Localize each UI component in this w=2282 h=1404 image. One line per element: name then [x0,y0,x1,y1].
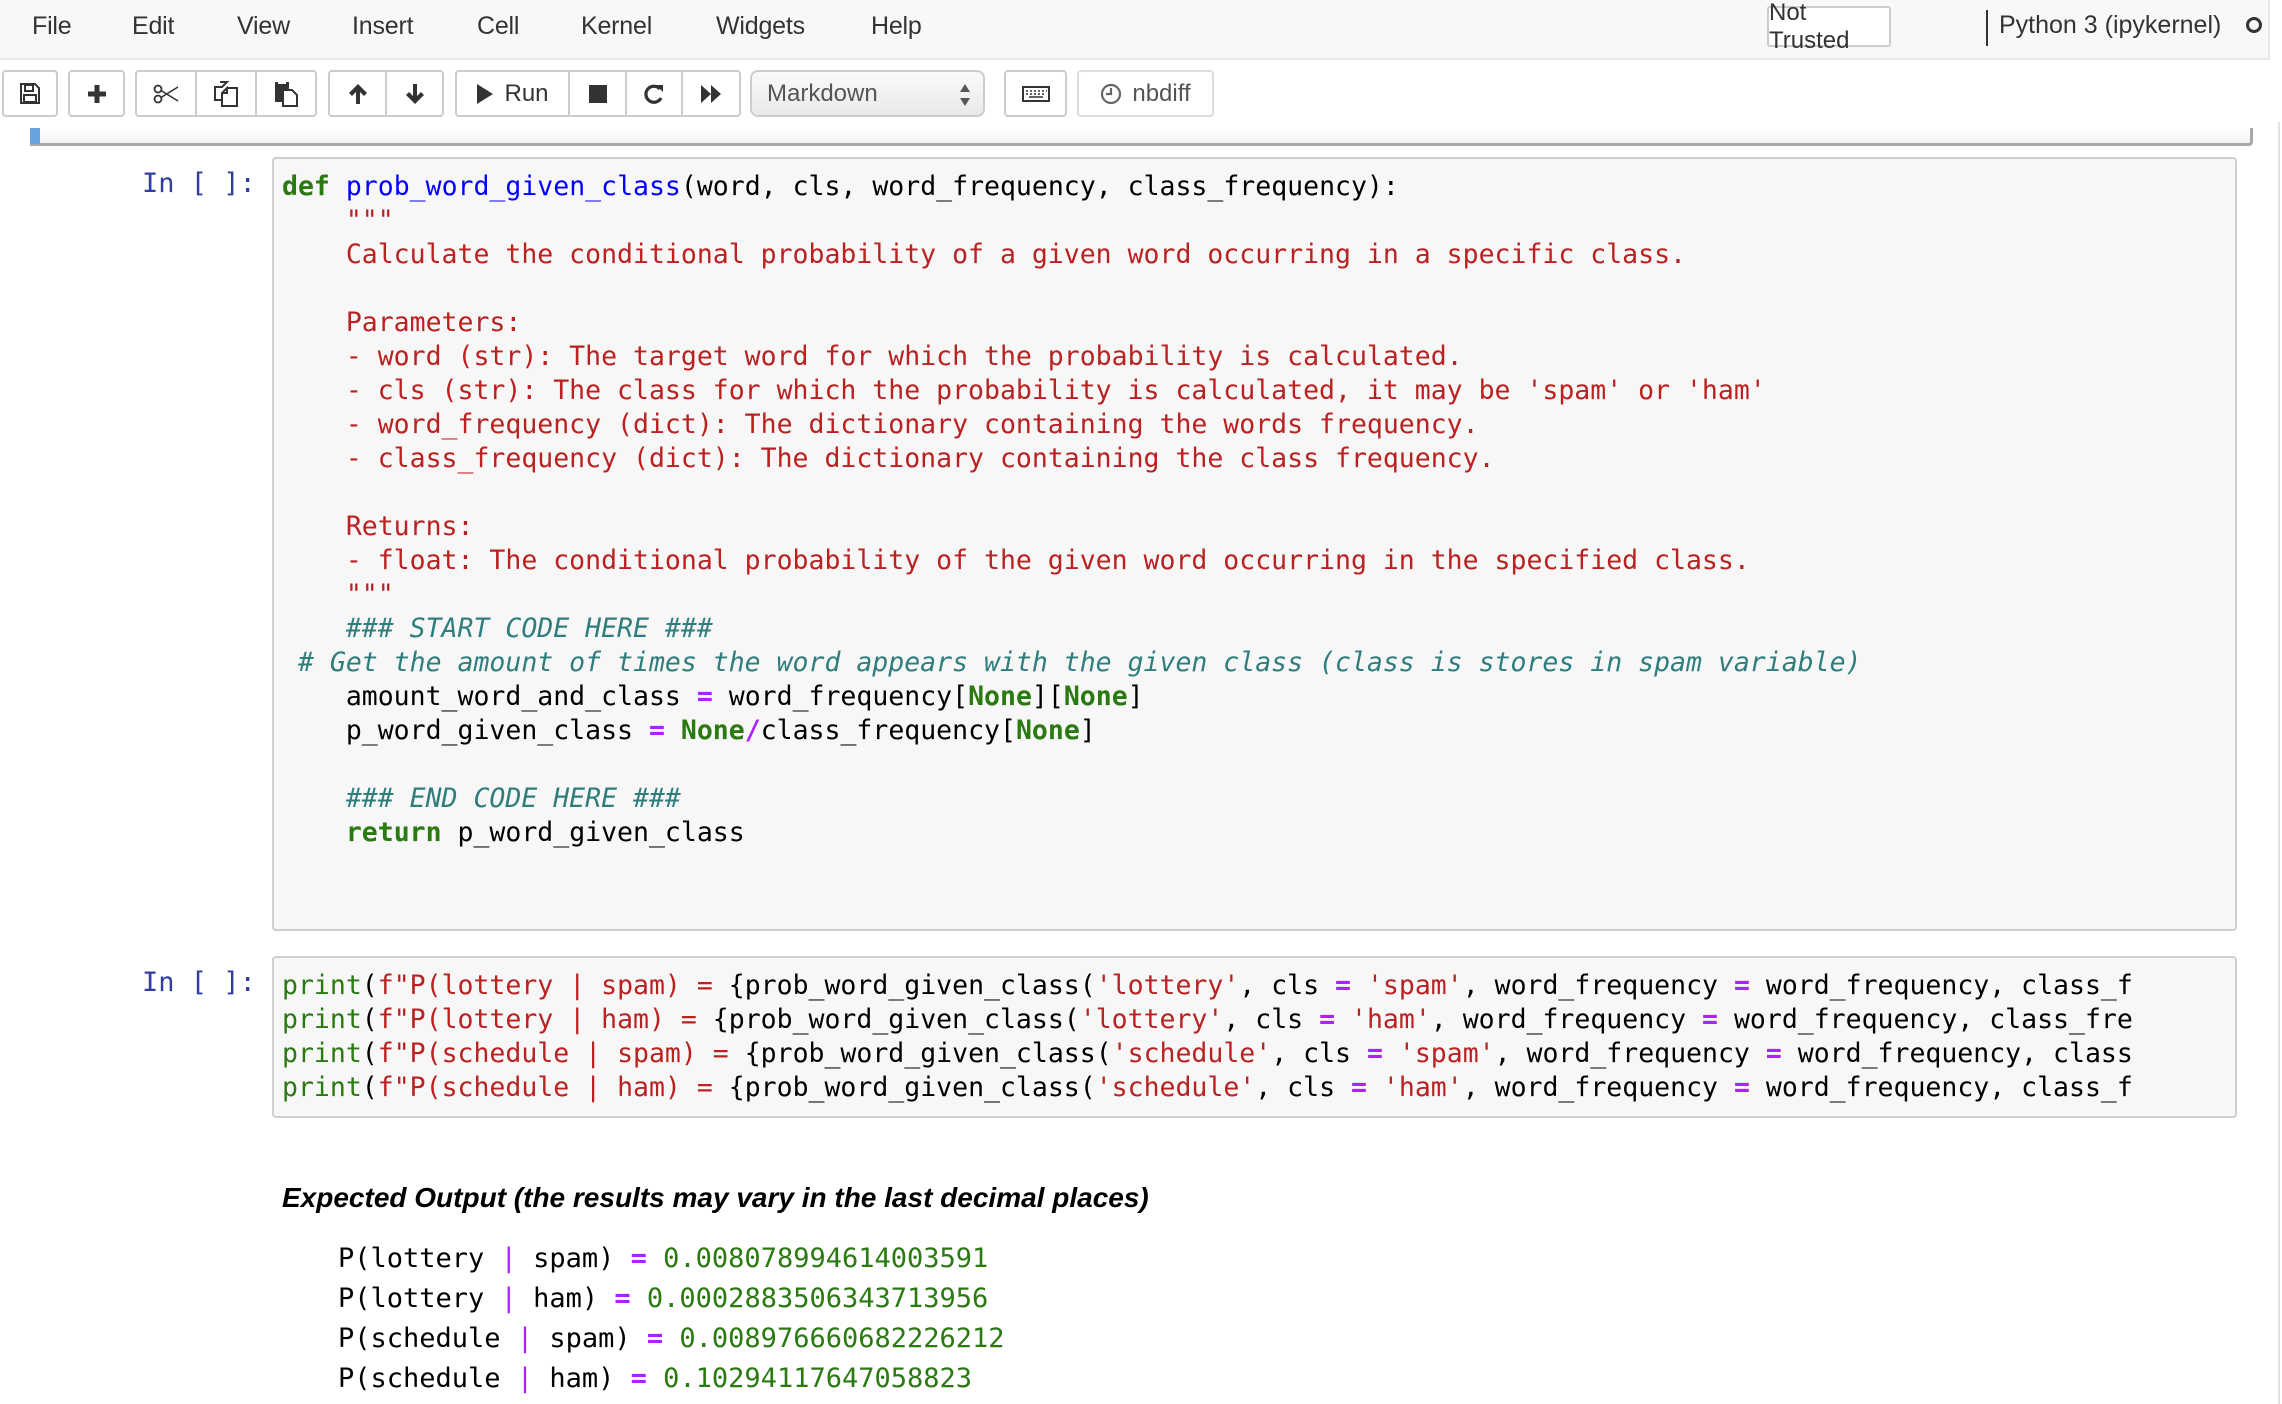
restart-kernel-button[interactable] [627,72,683,115]
code-line: print(f"P(lottery | spam) = {prob_word_g… [282,970,2133,1001]
code-line: - float: The conditional probability of … [282,545,1750,576]
code-line: Returns: [282,511,474,542]
run-label: Run [504,79,549,107]
expected-output-row: P(schedule | ham) = 0.10294117647058823 [338,1363,973,1394]
code-line: ### START CODE HERE ### [282,613,713,644]
insert-group [68,70,125,117]
code-line: - word_frequency (dict): The dictionary … [282,409,1479,440]
floppy-disk-icon [20,82,40,104]
code-line: def prob_word_given_class(word, cls, wor… [282,171,1399,202]
menu-cell[interactable]: Cell [477,12,519,41]
kernel-name[interactable]: Python 3 (ipykernel) [1999,11,2221,40]
code-line: return p_word_given_class [345,817,745,848]
expected-output-row: P(schedule | spam) = 0.00897666068222621… [338,1323,1005,1354]
move-group [328,70,444,117]
code-line: print(f"P(schedule | spam) = {prob_word_… [282,1038,2133,1069]
code-line: """ [282,579,394,610]
trust-status-button[interactable]: Not Trusted [1767,0,1891,54]
code-line: ### END CODE HERE ### [282,783,681,814]
menu-file[interactable]: File [32,12,72,41]
expected-output-row: P(lottery | ham) = 0.0002883506343713956 [338,1283,989,1314]
code-line: - cls (str): The class for which the pro… [282,375,1766,406]
menu-kernel[interactable]: Kernel [581,12,652,41]
code-line: print(f"P(schedule | ham) = {prob_word_g… [282,1072,2133,1103]
cell-1-prompt: In [ ]: [142,168,256,199]
arrow-down-icon [405,83,424,104]
code-line: amount_word_and_class = word_frequency[N… [282,681,1144,712]
command-palette-group [1004,70,1067,117]
selected-cell-marker [30,128,40,144]
code-line: """ [282,205,394,236]
plus-icon [87,84,106,103]
code-line: - word (str): The target word for which … [282,341,1463,372]
code-line: # Get the amount of times the word appea… [282,647,1862,678]
keyboard-icon [1021,85,1050,102]
menu-insert[interactable]: Insert [352,12,414,41]
menu-view[interactable]: View [237,12,290,41]
arrow-up-icon [348,83,367,104]
notebook-scroll-edge [2278,122,2280,1404]
move-up-button[interactable] [330,72,387,115]
clipboard-group [135,70,317,117]
restart-icon [644,84,663,104]
paste-button[interactable] [257,72,315,115]
expected-output-row: P(lottery | spam) = 0.008078994614003591 [338,1243,989,1274]
run-button[interactable]: Run [457,72,570,115]
nbdiff-label: nbdiff [1132,79,1191,107]
code-line: p_word_given_class = None/class_frequenc… [282,715,1096,746]
fast-forward-icon [701,84,721,103]
code-line: Calculate the conditional probability of… [282,239,1686,270]
cell-1-input[interactable]: def prob_word_given_class(word, cls, wor… [272,157,2237,931]
paste-icon [275,80,298,107]
code-line: - class_frequency (dict): The dictionary… [282,443,1495,474]
menu-help[interactable]: Help [871,12,922,41]
menu-bar: File Edit View Insert Cell Kernel Widget… [0,0,2270,60]
save-group [2,70,58,117]
insert-cell-button[interactable] [70,72,123,115]
expected-output-block: P(lottery | spam) = 0.008078994614003591… [338,1239,1005,1399]
command-palette-button[interactable] [1006,72,1065,115]
cell-type-select[interactable]: Markdown [750,70,985,117]
clock-icon [1101,83,1122,104]
menu-widgets[interactable]: Widgets [716,12,805,41]
code-line: Parameters: [282,307,522,338]
toolbar: Run Markdown nbdiff [0,66,2282,122]
menu-edit[interactable]: Edit [132,12,174,41]
code-line: print(f"P(lottery | ham) = {prob_word_gi… [282,1004,2133,1035]
run-group: Run [455,70,741,117]
cut-button[interactable] [137,72,197,115]
previous-cell-edge[interactable] [30,128,2253,146]
select-arrows-icon [960,84,970,106]
save-button[interactable] [4,72,56,115]
cell-type-value: Markdown [767,79,878,107]
copy-button[interactable] [197,72,257,115]
interrupt-kernel-button[interactable] [570,72,627,115]
restart-run-all-button[interactable] [683,72,739,115]
nbdiff-button[interactable]: nbdiff [1079,72,1212,115]
cell-1-code[interactable]: def prob_word_given_class(word, cls, wor… [282,170,1861,850]
kernel-idle-indicator-icon [2246,17,2262,33]
cell-2-input[interactable]: print(f"P(lottery | spam) = {prob_word_g… [272,956,2237,1118]
nbdiff-group: nbdiff [1077,70,1214,117]
cell-2-prompt: In [ ]: [142,967,256,998]
cell-2-code[interactable]: print(f"P(lottery | spam) = {prob_word_g… [282,969,2133,1105]
kernel-separator [1986,10,1988,46]
move-down-button[interactable] [387,72,442,115]
stop-icon [588,84,607,103]
copy-icon [214,80,238,107]
expected-output-heading: Expected Output (the results may vary in… [282,1182,1149,1213]
scissors-icon [153,84,179,103]
play-icon [477,83,494,104]
